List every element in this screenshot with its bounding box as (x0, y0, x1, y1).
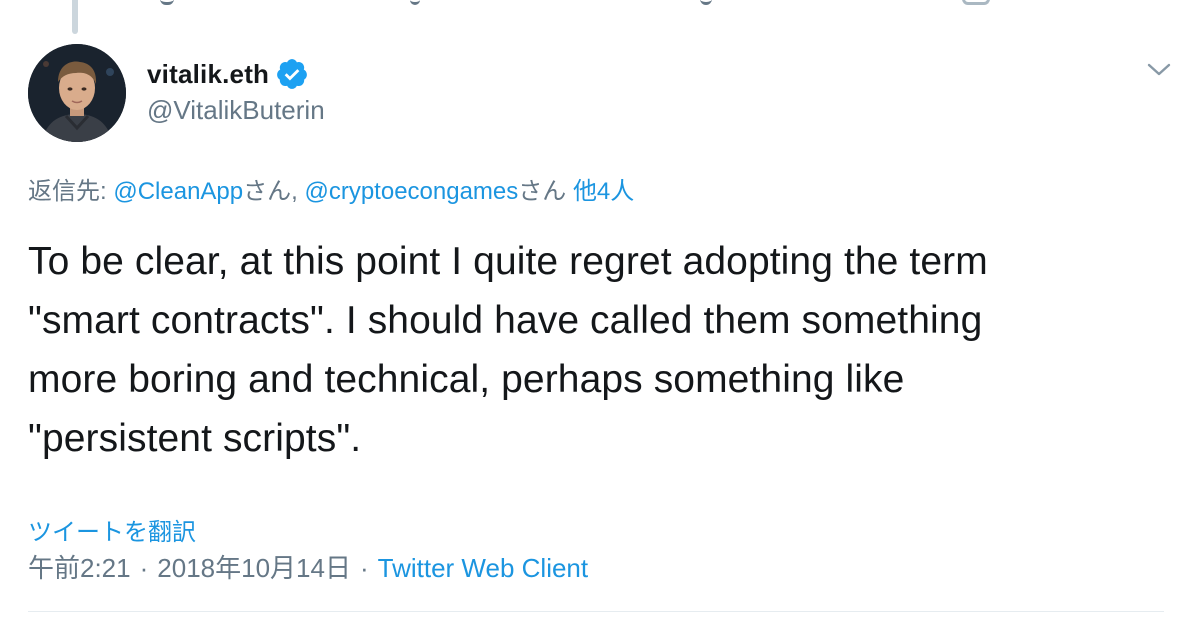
reply-prefix: 返信先: (28, 178, 114, 205)
tweet-text: To be clear, at this point I quite regre… (28, 232, 1178, 468)
previous-tweet-cutoff (0, 0, 1198, 6)
chevron-down-icon[interactable] (1146, 58, 1172, 80)
reply-context: 返信先: @CleanAppさん, @cryptoecongamesさん 他4人 (28, 171, 634, 206)
user-handle[interactable]: @VitalikButerin (147, 95, 325, 126)
translate-tweet-link[interactable]: ツイートを翻訳 (28, 512, 196, 547)
avatar[interactable] (28, 44, 126, 142)
tweet-time[interactable]: 午前2:21 (28, 553, 131, 583)
avatar-portrait (28, 44, 126, 142)
tweet-text-line: "persistent scripts". (28, 417, 362, 460)
meta-separator: · (139, 553, 149, 583)
tweet-date[interactable]: 2018年10月14日 (157, 553, 351, 583)
mention-cryptoecongames[interactable]: @cryptoecongames (304, 178, 518, 205)
reply-others-link[interactable]: 他4人 (573, 178, 634, 205)
tweet-text-line: more boring and technical, perhaps somet… (28, 358, 905, 401)
tweet-text-line: To be clear, at this point I quite regre… (28, 240, 988, 283)
mention-suffix-2: さん (518, 178, 573, 205)
display-name[interactable]: vitalik.eth (147, 59, 269, 90)
divider (28, 611, 1164, 612)
tweet-metadata: 午前2:21 · 2018年10月14日 · Twitter Web Client (28, 548, 588, 585)
meta-separator: · (359, 553, 369, 583)
source-client-link[interactable]: Twitter Web Client (378, 553, 588, 583)
verified-badge-icon (275, 57, 309, 91)
author-block[interactable]: vitalik.eth @VitalikButerin (147, 56, 325, 126)
display-name-row: vitalik.eth (147, 56, 325, 92)
mention-cleanapp[interactable]: @CleanApp (113, 178, 243, 205)
mention-suffix-1: さん, (243, 178, 305, 205)
tweet-text-line: "smart contracts". I should have called … (28, 299, 983, 342)
